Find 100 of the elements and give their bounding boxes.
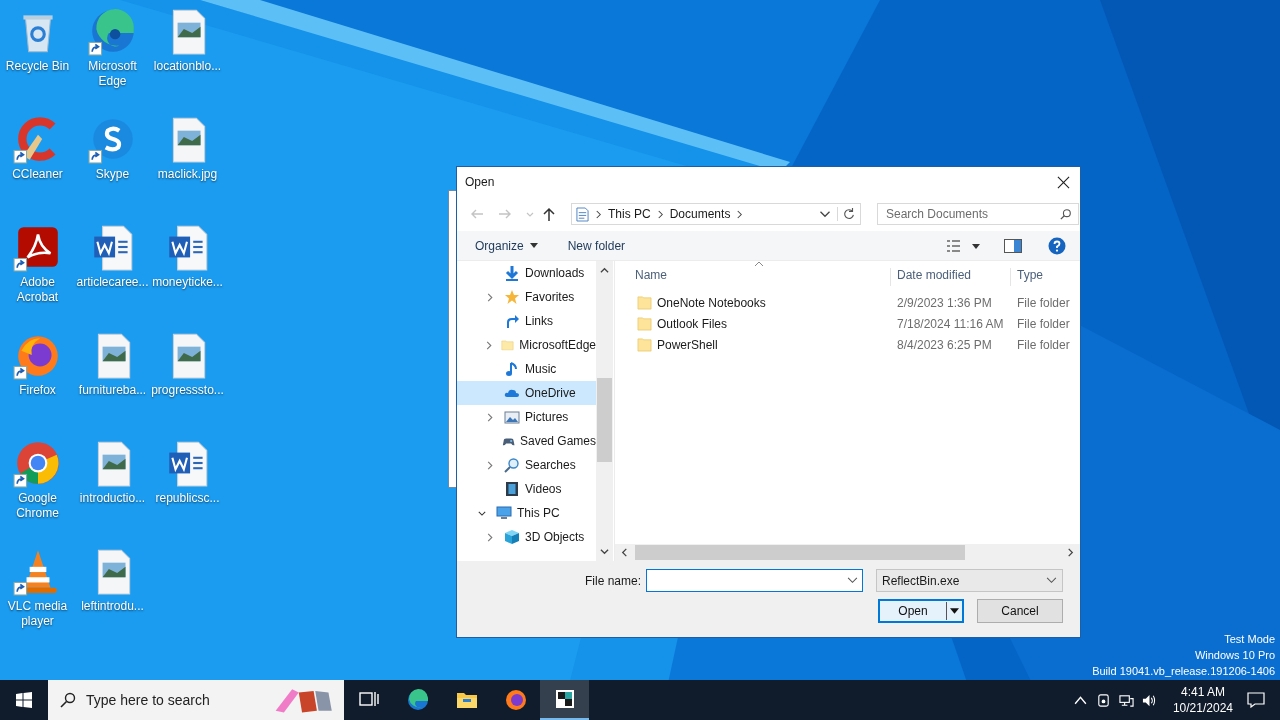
caret-icon[interactable] xyxy=(950,608,959,614)
chevron-down-icon[interactable] xyxy=(819,209,831,219)
date-cell-text: 2/9/2023 1:36 PM xyxy=(896,295,993,310)
search-icon[interactable] xyxy=(1060,208,1072,220)
folder-icon xyxy=(637,337,652,352)
notification-icon[interactable] xyxy=(1247,692,1265,708)
cancel-button[interactable]: Cancel xyxy=(977,599,1063,623)
icon-label: CCleaner xyxy=(11,167,64,182)
tree-item[interactable]: This PC xyxy=(457,501,596,525)
icon-label: maclick.jpg xyxy=(156,167,219,182)
windows-start-icon[interactable] xyxy=(16,692,32,708)
tree-item[interactable]: Downloads xyxy=(457,261,596,285)
organize-button[interactable]: Organize xyxy=(467,235,546,256)
expand-chevron-icon[interactable] xyxy=(486,460,494,470)
scroll-thumb[interactable] xyxy=(635,545,965,560)
tree-item[interactable]: Searches xyxy=(457,453,596,477)
date-cell-text: 7/18/2024 11:16 AM xyxy=(896,316,1005,331)
tree-item[interactable]: MicrosoftEdge xyxy=(457,333,596,357)
monitor-icon xyxy=(496,505,512,521)
icon-label: furnitureba... xyxy=(77,383,148,398)
device-icon[interactable] xyxy=(1095,692,1111,708)
scroll-down-icon[interactable] xyxy=(600,547,609,556)
type-cell-text: File folder xyxy=(1016,316,1070,331)
date-cell-text: 8/4/2023 6:25 PM xyxy=(896,337,993,352)
film-icon xyxy=(504,481,520,497)
fox-browser-icon xyxy=(503,688,528,712)
expand-chevron-icon[interactable] xyxy=(486,292,494,302)
folder-icon xyxy=(501,337,515,353)
picture-icon xyxy=(504,409,520,425)
icon-label: progresssto... xyxy=(150,383,225,398)
file-name[interactable]: Outlook Files xyxy=(657,316,728,331)
up-arrow-icon[interactable] xyxy=(541,206,557,222)
search-icon xyxy=(504,457,520,473)
file-name-label: File name: xyxy=(584,573,641,588)
file-name-field[interactable] xyxy=(646,569,863,592)
cube-icon xyxy=(504,529,520,545)
clock-date[interactable]: 10/21/2024 xyxy=(1172,700,1233,716)
expand-chevron-icon[interactable] xyxy=(486,532,494,542)
search-icon xyxy=(60,692,76,708)
scroll-thumb[interactable] xyxy=(597,378,612,462)
breadcrumb-item[interactable]: This PC xyxy=(608,207,651,221)
new-folder-button[interactable]: New folder xyxy=(559,235,634,256)
icon-label: Recycle Bin xyxy=(4,59,71,74)
taskbar-search-field[interactable]: Type here to search xyxy=(48,680,344,720)
clock-time[interactable]: 4:41 AM xyxy=(1180,684,1225,700)
tree-item[interactable]: Links xyxy=(457,309,596,333)
star-icon xyxy=(504,289,520,305)
chevron-icon xyxy=(595,209,602,219)
icon-label: VLC media player xyxy=(6,599,69,629)
help-icon[interactable] xyxy=(1048,236,1066,255)
tree-item[interactable]: Pictures xyxy=(457,405,596,429)
file-name[interactable]: PowerShell xyxy=(657,337,718,352)
document-icon xyxy=(576,206,589,222)
address-bar[interactable]: This PC Documents xyxy=(571,203,861,225)
refresh-icon[interactable] xyxy=(837,207,856,221)
open-button[interactable]: Open xyxy=(878,599,964,623)
expand-chevron-icon[interactable] xyxy=(484,340,493,350)
column-header[interactable]: Name xyxy=(615,268,891,286)
speaker-icon[interactable] xyxy=(1141,692,1157,708)
scrollbar[interactable] xyxy=(596,261,613,561)
sort-caret-icon xyxy=(754,261,764,267)
icon-label: Adobe Acrobat xyxy=(15,275,60,305)
scroll-right-icon[interactable] xyxy=(1066,548,1075,557)
chevron-down-icon[interactable] xyxy=(847,577,858,584)
icon-label: articlecaree... xyxy=(75,275,150,290)
caret-icon xyxy=(529,243,538,248)
file-type-dropdown[interactable]: ReflectBin.exe xyxy=(876,569,1063,592)
download-arrow-icon xyxy=(504,265,520,281)
expand-chevron-icon[interactable] xyxy=(486,412,494,422)
breadcrumb-item[interactable]: Documents xyxy=(669,207,731,221)
tree-item[interactable]: Videos xyxy=(457,477,596,501)
tree-item[interactable]: OneDrive xyxy=(457,381,596,405)
tree-item[interactable]: Music xyxy=(457,357,596,381)
tree-item[interactable]: Favorites xyxy=(457,285,596,309)
window-title: Open xyxy=(465,175,495,189)
icon-label: Skype xyxy=(94,167,131,182)
column-header[interactable]: Date modified xyxy=(891,268,1011,286)
file-name[interactable]: OneNote Notebooks xyxy=(657,295,766,310)
tree-item[interactable]: Saved Games xyxy=(457,429,596,453)
chevron-icon xyxy=(736,209,744,219)
folder-icon xyxy=(637,316,652,331)
close-icon[interactable] xyxy=(1057,175,1070,189)
chevron-icon xyxy=(656,209,664,219)
scroll-up-icon[interactable] xyxy=(600,266,609,275)
icon-label: republicsc... xyxy=(154,491,221,506)
browser-icon xyxy=(405,688,430,712)
taskbar-button[interactable] xyxy=(540,680,589,720)
column-header[interactable]: Type xyxy=(1011,268,1043,286)
link-arrow-icon xyxy=(504,313,520,329)
music-note-icon xyxy=(504,361,520,377)
search-field[interactable]: Search Documents xyxy=(877,203,1079,225)
icon-label: Google Chrome xyxy=(15,491,60,521)
network-icon[interactable] xyxy=(1118,692,1134,708)
chevron-down-icon xyxy=(1046,577,1057,584)
type-cell-text: File folder xyxy=(1016,337,1070,352)
scroll-left-icon[interactable] xyxy=(620,548,629,557)
view-options-icon[interactable] xyxy=(946,238,980,253)
tree-item[interactable]: 3D Objects xyxy=(457,525,596,549)
preview-pane-icon[interactable] xyxy=(1004,238,1022,253)
scrollbar[interactable] xyxy=(615,544,1080,561)
